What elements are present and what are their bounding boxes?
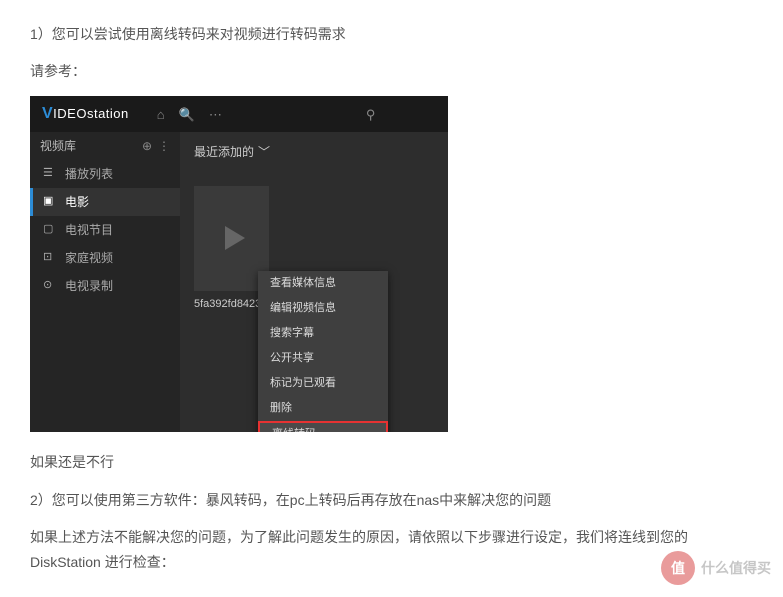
library-menu-icon[interactable]: ⋮ [158,136,170,158]
ctx-delete[interactable]: 删除 [258,396,388,421]
record-icon: ⊙ [43,276,57,296]
tv-icon: ▢ [43,220,57,240]
sidebar-item-label: 电视节目 [65,220,113,242]
chevron-down-icon: ﹀ [258,142,270,164]
ctx-edit-video-info[interactable]: 编辑视频信息 [258,296,388,321]
still-fail-text: 如果还是不行 [30,450,753,475]
watermark-badge: 值 [661,551,695,585]
app-brand: VIDEOstation [42,100,129,129]
sort-dropdown[interactable]: 最近添加的 ﹀ [194,142,434,164]
ctx-search-subtitle[interactable]: 搜索字幕 [258,321,388,346]
sidebar-item-label: 播放列表 [65,164,113,186]
playlist-icon: ☰ [43,164,57,184]
sidebar-item-label: 电视录制 [65,276,113,298]
step2-text: 2）您可以使用第三方软件：暴风转码，在pc上转码后再存放在nas中来解决您的问题 [30,488,753,513]
play-icon [225,226,245,250]
sidebar-item-movies[interactable]: ▣ 电影 [30,188,180,216]
add-library-icon[interactable]: ⊕ [142,136,152,158]
sidebar-item-playlist[interactable]: ☰ 播放列表 [30,160,180,188]
videostation-window: VIDEOstation ⌂ 🔍 ⋯ ⚲ 视频库 ⊕ ⋮ ☰ 播放列表 ▣ [30,96,448,432]
home-icon[interactable]: ⌂ [157,103,165,126]
step1-text: 1）您可以尝试使用离线转码来对视频进行转码需求 [30,22,753,47]
reference-text: 请参考： [30,59,753,84]
context-menu: 查看媒体信息 编辑视频信息 搜索字幕 公开共享 标记为已观看 删除 离线转码 [258,271,388,432]
watermark: 值 什么值得买 [661,551,771,585]
ctx-public-share[interactable]: 公开共享 [258,346,388,371]
sidebar-item-recordings[interactable]: ⊙ 电视录制 [30,272,180,300]
search-icon[interactable]: 🔍 [179,103,195,126]
note-text: 如果上述方法不能解决您的问题，为了解此问题发生的原因，请依照以下步骤进行设定，我… [30,525,753,575]
topbar-icons: ⌂ 🔍 ⋯ ⚲ [157,103,376,126]
more-icon[interactable]: ⋯ [209,103,222,126]
topbar: VIDEOstation ⌂ 🔍 ⋯ ⚲ [30,96,448,132]
sidebar-item-label: 家庭视频 [65,248,113,270]
ctx-mark-watched[interactable]: 标记为已观看 [258,371,388,396]
movie-icon: ▣ [43,192,57,212]
camera-icon: ⊡ [43,248,57,268]
filter-icon[interactable]: ⚲ [366,103,376,126]
sidebar-item-label: 电影 [65,192,89,214]
ctx-offline-transcode[interactable]: 离线转码 [258,421,388,432]
sidebar: 视频库 ⊕ ⋮ ☰ 播放列表 ▣ 电影 ▢ 电视节目 ⊡ 家庭视频 [30,132,180,432]
sidebar-item-tvshows[interactable]: ▢ 电视节目 [30,216,180,244]
sidebar-item-homevideo[interactable]: ⊡ 家庭视频 [30,244,180,272]
library-header: 视频库 ⊕ ⋮ [30,132,180,160]
watermark-text: 什么值得买 [701,556,771,581]
ctx-view-media-info[interactable]: 查看媒体信息 [258,271,388,296]
